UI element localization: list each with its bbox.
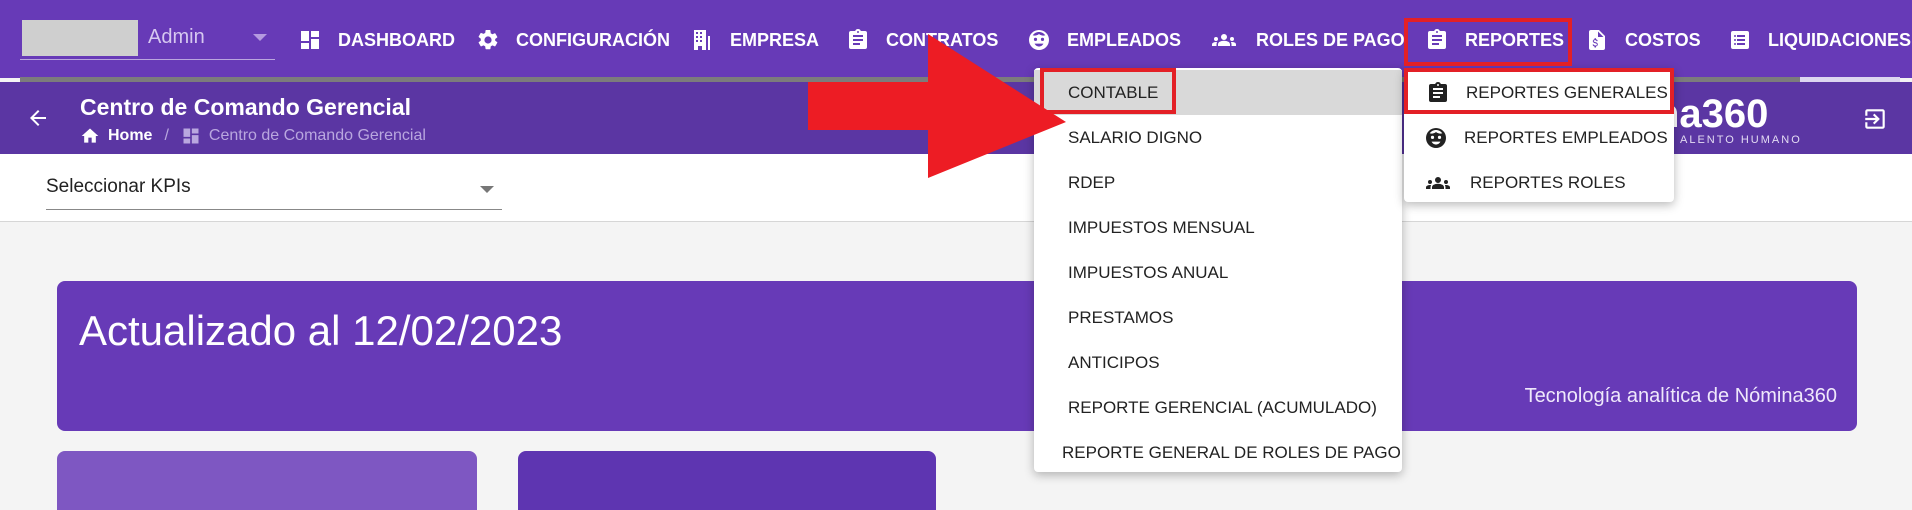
home-icon xyxy=(81,128,99,143)
nav-configuracion-label: CONFIGURACIÓN xyxy=(516,29,670,50)
highlight-reportes xyxy=(1404,18,1572,66)
kpi-select[interactable]: Seleccionar KPIs xyxy=(46,174,502,210)
menu-item-anticipos[interactable]: ANTICIPOS xyxy=(1034,340,1402,385)
nav-roles-de-pago-label: ROLES DE PAGO xyxy=(1256,29,1405,50)
arrow-left-icon[interactable] xyxy=(26,106,50,130)
people-icon xyxy=(1212,34,1236,46)
breadcrumb-separator: / xyxy=(164,127,169,144)
user-name: Admin xyxy=(148,26,205,48)
menu-item-label: REPORTES ROLES xyxy=(1470,172,1626,192)
avatar xyxy=(22,20,138,56)
menu-item-label: ANTICIPOS xyxy=(1068,352,1160,372)
menu-item-label: REPORTES EMPLEADOS xyxy=(1464,127,1668,147)
menu-item-reporte-general-roles[interactable]: REPORTE GENERAL DE ROLES DE PAGO xyxy=(1034,430,1402,475)
menu-item-impuestos-anual[interactable]: IMPUESTOS ANUAL xyxy=(1034,250,1402,295)
kpi-card xyxy=(518,451,936,510)
people-icon xyxy=(1426,176,1450,189)
dashboard-icon xyxy=(301,31,319,49)
invoice-icon xyxy=(1589,30,1605,50)
nav-costos-label: COSTOS xyxy=(1625,29,1701,50)
menu-item-impuestos-mensual[interactable]: IMPUESTOS MENSUAL xyxy=(1034,205,1402,250)
red-arrow-annotation xyxy=(808,34,1066,178)
nav-costos[interactable]: COSTOS xyxy=(1585,22,1701,58)
nav-configuracion[interactable]: CONFIGURACIÓN xyxy=(476,22,670,58)
nav-dashboard[interactable]: DASHBOARD xyxy=(298,22,455,58)
menu-item-label: IMPUESTOS ANUAL xyxy=(1068,262,1229,282)
gear-icon xyxy=(478,29,498,50)
menu-item-label: IMPUESTOS MENSUAL xyxy=(1068,217,1255,237)
menu-item-prestamos[interactable]: PRESTAMOS xyxy=(1034,295,1402,340)
building-icon xyxy=(694,30,710,50)
menu-item-label: SALARIO DIGNO xyxy=(1068,127,1203,147)
menu-item-reporte-gerencial[interactable]: REPORTE GERENCIAL (ACUMULADO) xyxy=(1034,385,1402,430)
menu-item-label: REPORTE GERENCIAL (ACUMULADO) xyxy=(1068,397,1377,417)
nav-liquidaciones[interactable]: LIQUIDACIONES xyxy=(1728,22,1911,58)
menu-item-label: REPORTE GENERAL DE ROLES DE PAGO xyxy=(1062,442,1401,462)
nav-liquidaciones-label: LIQUIDACIONES xyxy=(1768,29,1912,50)
nav-dashboard-label: DASHBOARD xyxy=(338,29,455,50)
user-select[interactable]: Admin xyxy=(20,18,275,60)
menu-item-label: RDEP xyxy=(1068,172,1116,192)
menu-item-salario-digno[interactable]: SALARIO DIGNO xyxy=(1034,115,1402,160)
brand-tagline: ALENTO HUMANO xyxy=(1680,134,1802,146)
list-icon xyxy=(1731,31,1749,49)
kpi-select-label: Seleccionar KPIs xyxy=(46,176,191,197)
breadcrumb: Home / Centro de Comando Gerencial xyxy=(80,126,426,146)
menu-item-rdep[interactable]: RDEP xyxy=(1034,160,1402,205)
page-title: Centro de Comando Gerencial xyxy=(80,94,412,120)
breadcrumb-current: Centro de Comando Gerencial xyxy=(208,127,426,144)
dashboard-icon xyxy=(183,128,199,144)
update-banner: Actualizado al 12/02/2023 Tecnología ana… xyxy=(57,281,1857,431)
menu-item-reportes-empleados[interactable]: REPORTES EMPLEADOS xyxy=(1404,115,1674,160)
highlight-reportes-generales xyxy=(1404,68,1674,114)
menu-item-reportes-roles[interactable]: REPORTES ROLES xyxy=(1404,160,1674,205)
contable-submenu: CONTABLE SALARIO DIGNO RDEP IMPUESTOS ME… xyxy=(1034,68,1402,472)
nav-roles-de-pago[interactable]: ROLES DE PAGO xyxy=(1208,22,1405,58)
breadcrumb-home[interactable]: Home xyxy=(108,127,152,145)
caret-down-icon xyxy=(480,186,494,193)
banner-footer: Tecnología analítica de Nómina360 xyxy=(1524,385,1837,407)
logout-icon[interactable] xyxy=(1862,106,1888,132)
caret-down-icon xyxy=(253,34,267,41)
face-icon xyxy=(1426,127,1446,148)
menu-item-label: PRESTAMOS xyxy=(1068,307,1174,327)
nav-empleados-label: EMPLEADOS xyxy=(1067,29,1182,50)
banner-title: Actualizado al 12/02/2023 xyxy=(79,307,563,354)
kpi-card xyxy=(57,451,477,510)
